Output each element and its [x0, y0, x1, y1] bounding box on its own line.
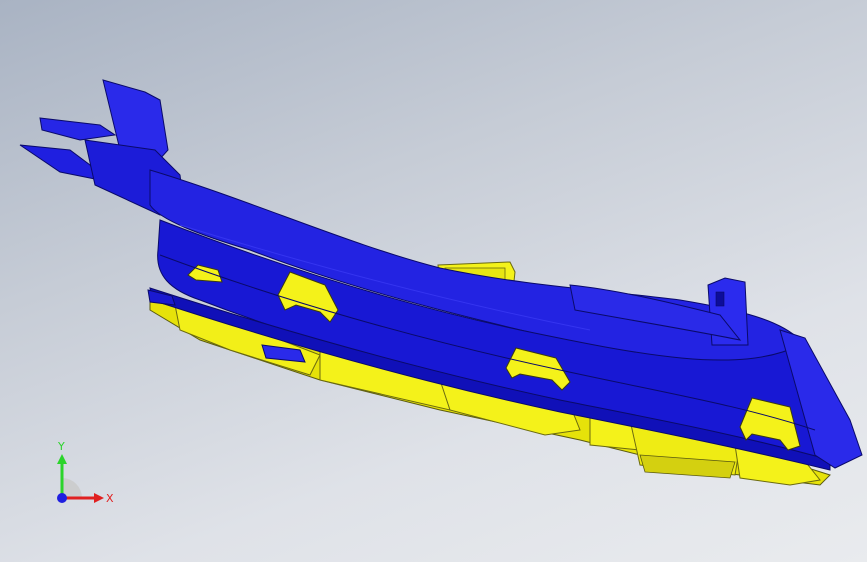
x-axis-arrow-icon — [94, 493, 104, 503]
blue-main-body — [19, 79, 863, 471]
y-axis-label: Y — [57, 440, 65, 453]
3d-viewport[interactable]: Y X — [0, 0, 867, 562]
y-axis-arrow-icon — [57, 454, 67, 464]
x-axis-label: X — [106, 492, 114, 505]
z-axis-icon — [57, 493, 67, 503]
coordinate-triad: Y X — [57, 440, 114, 505]
3d-part-model[interactable] — [0, 0, 867, 562]
